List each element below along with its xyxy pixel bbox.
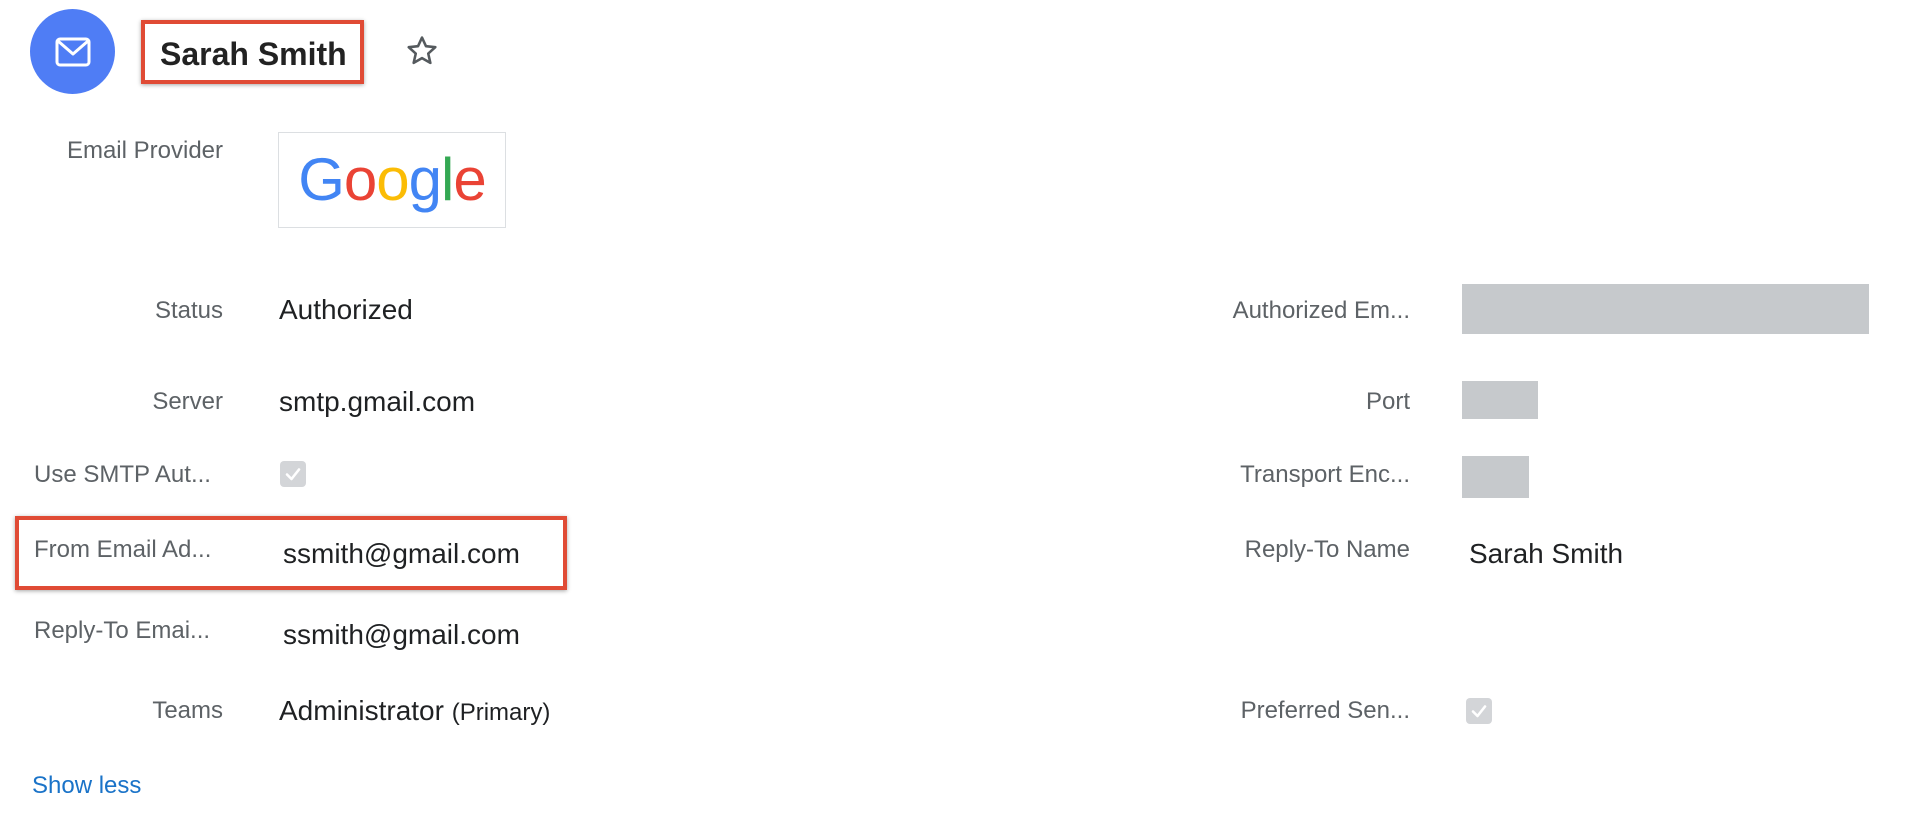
port-redacted bbox=[1462, 381, 1538, 419]
favorite-button[interactable] bbox=[405, 34, 439, 68]
preferred-sender-label: Preferred Sen... bbox=[1240, 697, 1410, 724]
reply-to-email-value: ssmith@gmail.com bbox=[283, 619, 520, 650]
reply-to-name-label: Reply-To Name bbox=[1244, 536, 1410, 563]
status-label: Status bbox=[154, 297, 223, 324]
google-logo: Google bbox=[278, 132, 506, 228]
authorized-email-redacted bbox=[1462, 284, 1869, 334]
email-provider-label: Email Provider bbox=[66, 137, 223, 164]
team-primary-tag: (Primary) bbox=[451, 699, 551, 726]
from-email-highlight-box bbox=[15, 516, 567, 590]
show-less-link[interactable]: Show less bbox=[32, 771, 141, 801]
use-smtp-auth-label: Use SMTP Aut... bbox=[34, 461, 211, 488]
use-smtp-auth-checkbox bbox=[280, 461, 306, 487]
team-name: Administrator bbox=[279, 695, 444, 726]
teams-value: Administrator (Primary) bbox=[279, 694, 550, 730]
authorized-email-label: Authorized Em... bbox=[1232, 297, 1410, 324]
star-outline-icon bbox=[407, 36, 437, 65]
title-highlight-box bbox=[141, 20, 364, 84]
server-label: Server bbox=[152, 388, 223, 415]
avatar bbox=[30, 9, 115, 94]
transport-encryption-label: Transport Enc... bbox=[1240, 461, 1410, 488]
transport-encryption-redacted bbox=[1462, 456, 1529, 498]
status-value: Authorized bbox=[279, 294, 413, 325]
reply-to-name-value: Sarah Smith bbox=[1469, 538, 1624, 569]
checkmark-icon bbox=[1471, 705, 1487, 718]
teams-label: Teams bbox=[152, 697, 223, 724]
port-label: Port bbox=[1365, 388, 1410, 415]
checkmark-icon bbox=[285, 468, 301, 481]
envelope-icon bbox=[55, 37, 90, 66]
preferred-sender-checkbox bbox=[1466, 698, 1492, 724]
server-value: smtp.gmail.com bbox=[279, 386, 476, 417]
reply-to-email-label: Reply-To Emai... bbox=[34, 617, 211, 644]
